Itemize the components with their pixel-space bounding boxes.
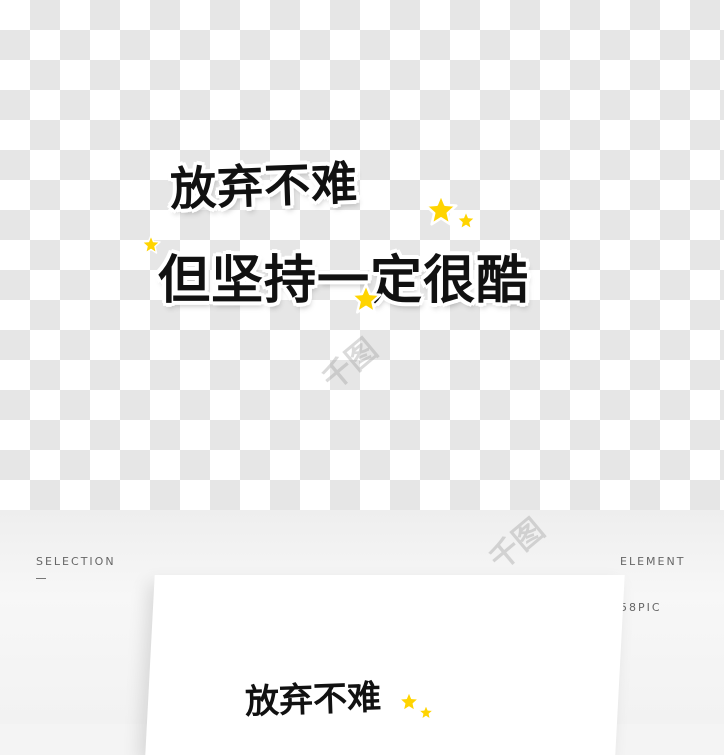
star-icon bbox=[398, 690, 420, 712]
star-icon bbox=[424, 193, 458, 226]
card-title: 放弃不难 bbox=[244, 677, 382, 723]
divider bbox=[36, 578, 46, 579]
star-icon bbox=[141, 234, 161, 254]
paper-card bbox=[145, 575, 625, 755]
star-icon bbox=[418, 704, 434, 720]
element-label: ELEMENT bbox=[620, 555, 686, 568]
brand-label: 58PIC bbox=[620, 601, 662, 614]
star-icon bbox=[350, 283, 382, 314]
selection-label: SELECTION bbox=[36, 555, 116, 568]
title-line-2: 但坚持一定很酷 bbox=[158, 251, 530, 311]
star-icon bbox=[456, 210, 476, 230]
title-line-1: 放弃不难 bbox=[169, 155, 359, 217]
